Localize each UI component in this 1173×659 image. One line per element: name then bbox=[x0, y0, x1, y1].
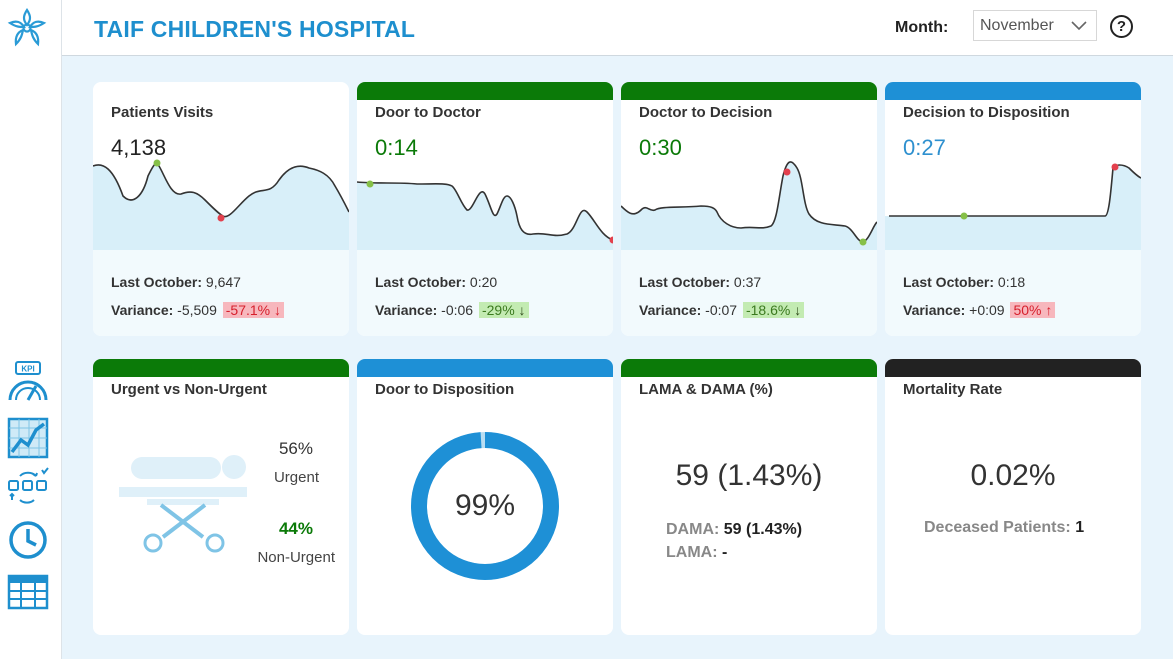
variance-line: Variance: +0:09 50% ↑ bbox=[903, 302, 1056, 318]
help-button[interactable]: ? bbox=[1110, 15, 1133, 38]
non-urgent-percentage: 44% bbox=[278, 519, 313, 538]
kpi-stats: Last October: 9,647 Variance: -5,509 -57… bbox=[93, 250, 349, 336]
process-flow-icon[interactable] bbox=[6, 466, 50, 510]
min-point-marker bbox=[217, 214, 225, 222]
clock-icon[interactable] bbox=[6, 518, 50, 562]
table-icon[interactable] bbox=[6, 570, 50, 614]
kpi-stats: Last October: 0:18 Variance: +0:09 50% ↑ bbox=[885, 250, 1141, 336]
card-title: Urgent vs Non-Urgent bbox=[111, 381, 267, 398]
min-point-marker bbox=[960, 212, 968, 220]
up-arrow-icon: ↑ bbox=[1045, 302, 1053, 318]
variance-badge: 50% ↑ bbox=[1010, 302, 1056, 318]
month-dropdown[interactable]: November bbox=[973, 10, 1097, 41]
urgent-vs-non-urgent-card[interactable]: Urgent vs Non-Urgent 56% Urgent 44% Non-… bbox=[93, 359, 349, 635]
max-point-marker bbox=[783, 168, 791, 176]
down-arrow-icon: ↓ bbox=[518, 302, 526, 318]
deceased-line: Deceased Patients: 1 bbox=[924, 519, 1085, 536]
variance-line: Variance: -0:06 -29% ↓ bbox=[375, 302, 529, 318]
kpi-card-decision-to-disposition[interactable]: Decision to Disposition 0:27 Last Octobe… bbox=[885, 82, 1141, 336]
card-title: LAMA & DAMA (%) bbox=[639, 381, 773, 398]
variance-line: Variance: -0:07 -18.6% ↓ bbox=[639, 302, 805, 318]
variance-line: Variance: -5,509 -57.1% ↓ bbox=[111, 302, 284, 318]
svg-text:KPI: KPI bbox=[21, 365, 34, 374]
variance-badge: -18.6% ↓ bbox=[742, 302, 805, 318]
dama-line: DAMA: 59 (1.43%) bbox=[666, 521, 803, 538]
report-canvas: Patients Visits 4,138 Last October: 9,64… bbox=[62, 56, 1173, 659]
non-urgent-label: Non-Urgent bbox=[257, 549, 335, 566]
down-arrow-icon: ↓ bbox=[274, 302, 281, 318]
stretcher-icon bbox=[119, 453, 249, 562]
card-title: Patients Visits bbox=[111, 104, 214, 121]
lama-line: LAMA: - bbox=[666, 544, 728, 561]
variance-badge: -57.1% ↓ bbox=[222, 302, 284, 318]
chevron-down-icon bbox=[1070, 19, 1088, 37]
kpi-card-doctor-to-decision[interactable]: Doctor to Decision 0:30 Last October: 0:… bbox=[621, 82, 877, 336]
line-chart-icon[interactable] bbox=[6, 416, 50, 460]
kpi-card-door-to-doctor[interactable]: Door to Doctor 0:14 Last October: 0:20 V… bbox=[357, 82, 613, 336]
status-bar-blue bbox=[885, 82, 1141, 100]
kpi-stats: Last October: 0:37 Variance: -0:07 -18.6… bbox=[621, 250, 877, 336]
card-title: Door to Disposition bbox=[375, 381, 515, 398]
door-to-disposition-card[interactable]: Door to Disposition 99% bbox=[357, 359, 613, 635]
sparkline bbox=[357, 156, 613, 252]
lama-dama-value: 59 (1.43%) bbox=[675, 459, 823, 492]
donut-value: 99% bbox=[454, 489, 516, 522]
last-october-line: Last October: 0:18 bbox=[903, 274, 1026, 290]
kpi-stats: Last October: 0:20 Variance: -0:06 -29% … bbox=[357, 250, 613, 336]
mortality-value: 0.02% bbox=[970, 459, 1056, 492]
month-label: Month: bbox=[895, 19, 949, 36]
header: TAIF CHILDREN'S HOSPITAL Month: November… bbox=[62, 0, 1173, 56]
variance-badge: -29% ↓ bbox=[478, 302, 529, 318]
status-bar-blue bbox=[357, 359, 613, 377]
lama-dama-card[interactable]: LAMA & DAMA (%) 59 (1.43%) DAMA: 59 (1.4… bbox=[621, 359, 877, 635]
month-dropdown-value: November bbox=[980, 16, 1054, 34]
card-title: Decision to Disposition bbox=[903, 104, 1070, 121]
dashboard-app: KPI TAIF CHILDREN'S HOSPITAL Month: Nove… bbox=[0, 0, 1173, 659]
card-title: Door to Doctor bbox=[375, 104, 481, 121]
page-title: TAIF CHILDREN'S HOSPITAL bbox=[94, 16, 416, 42]
status-bar-black bbox=[885, 359, 1141, 377]
min-point-marker bbox=[366, 180, 374, 188]
sidebar: KPI bbox=[0, 0, 62, 659]
mortality-rate-card[interactable]: Mortality Rate 0.02% Deceased Patients: … bbox=[885, 359, 1141, 635]
max-point-marker bbox=[153, 159, 161, 167]
min-point-marker bbox=[859, 238, 867, 246]
urgent-percentage: 56% bbox=[278, 439, 313, 458]
sparkline bbox=[621, 156, 877, 252]
urgent-label: Urgent bbox=[273, 469, 319, 486]
kpi-card-patients-visits[interactable]: Patients Visits 4,138 Last October: 9,64… bbox=[93, 82, 349, 336]
card-title: Mortality Rate bbox=[903, 381, 1003, 398]
card-title: Doctor to Decision bbox=[639, 104, 773, 121]
status-bar-green bbox=[357, 82, 613, 100]
last-october-line: Last October: 0:20 bbox=[375, 274, 498, 290]
sparkline bbox=[885, 156, 1141, 252]
kpi-gauge-icon[interactable]: KPI bbox=[6, 360, 50, 404]
down-arrow-icon: ↓ bbox=[794, 302, 802, 318]
status-bar-green bbox=[93, 359, 349, 377]
status-bar-green bbox=[621, 359, 877, 377]
last-october-line: Last October: 9,647 bbox=[111, 274, 241, 290]
sparkline bbox=[93, 156, 349, 252]
last-october-line: Last October: 0:37 bbox=[639, 274, 762, 290]
status-bar-green bbox=[621, 82, 877, 100]
max-point-marker bbox=[1111, 163, 1119, 171]
flower-logo-icon bbox=[5, 6, 49, 50]
